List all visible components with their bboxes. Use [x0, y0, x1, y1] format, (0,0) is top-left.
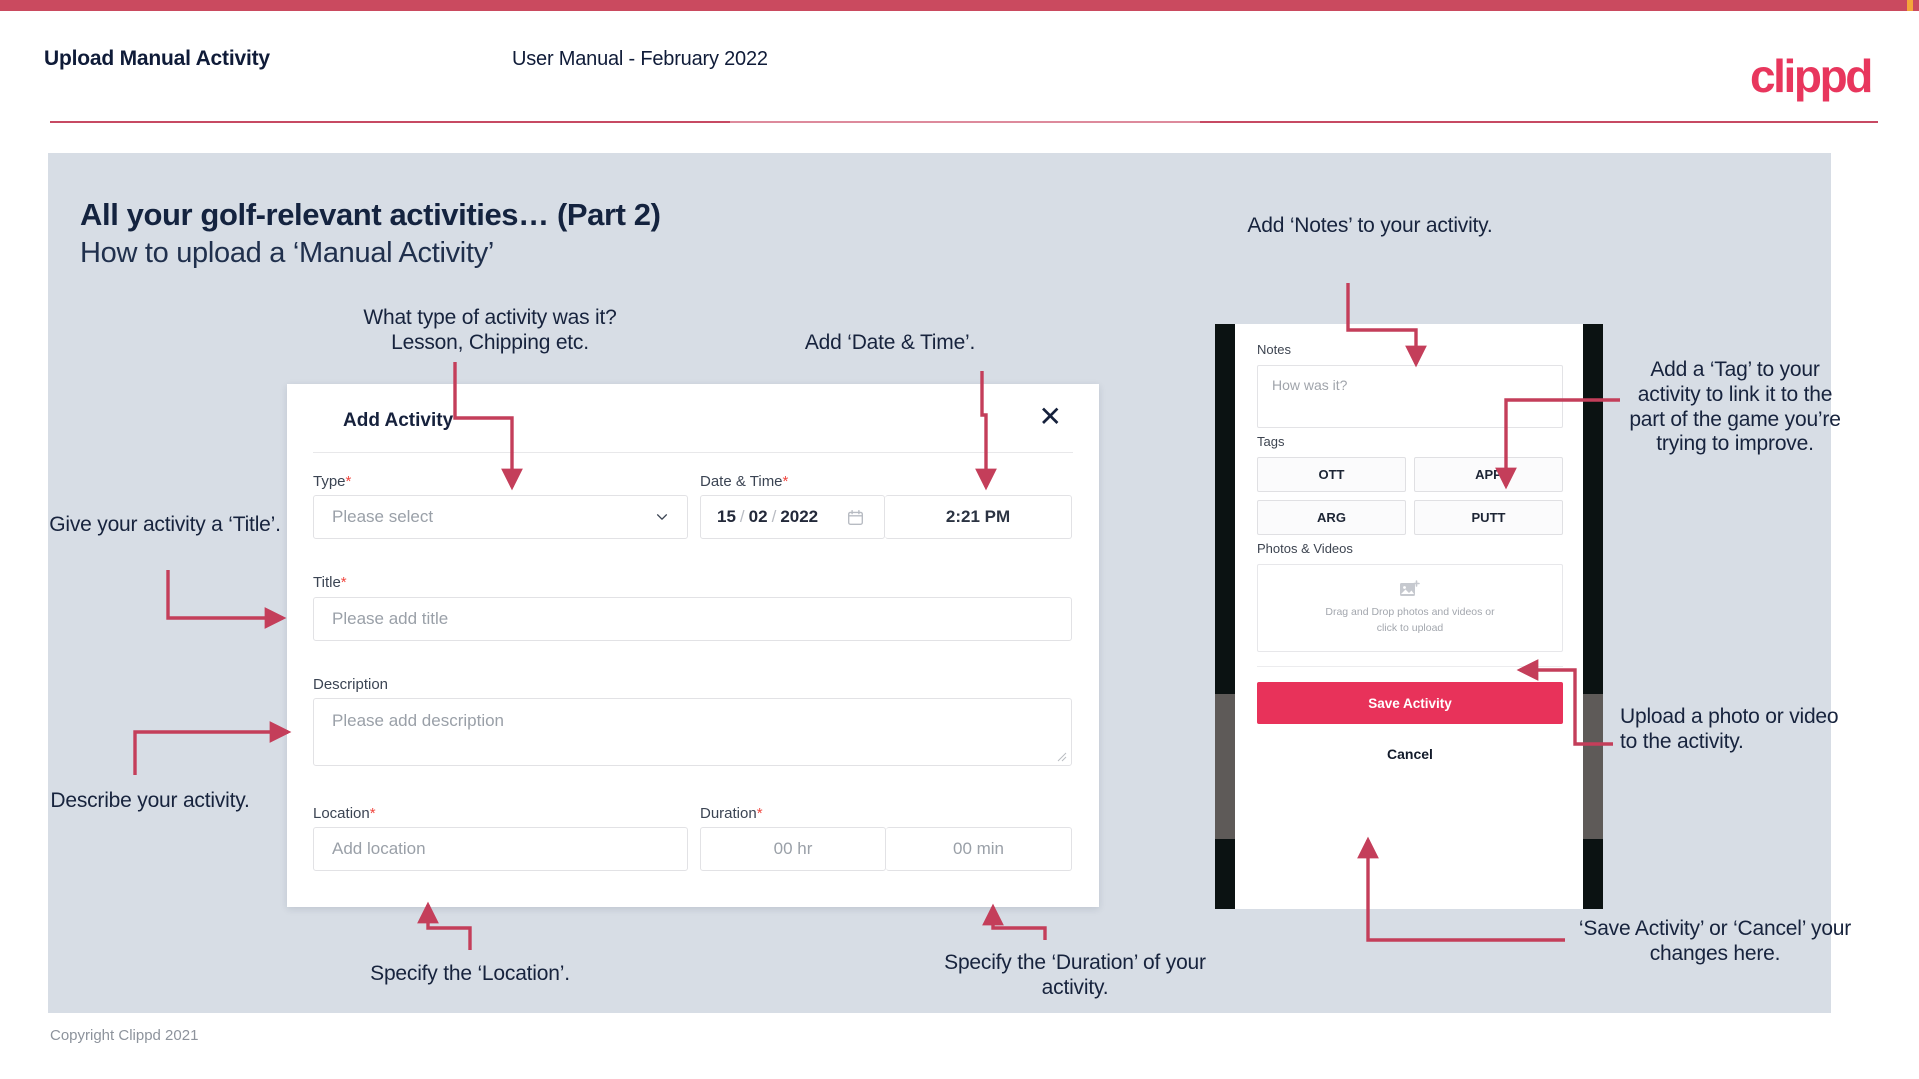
title-label-text: Title	[313, 574, 341, 591]
date-day[interactable]: 15	[717, 507, 736, 527]
notes-textarea[interactable]: How was it?	[1257, 365, 1563, 428]
phone-divider	[1257, 666, 1563, 667]
clippd-logo: clippd	[1749, 50, 1873, 102]
location-label-text: Location	[313, 805, 370, 822]
top-bar-orange-accent	[1907, 0, 1913, 11]
title-required-marker: *	[340, 574, 347, 591]
date-year[interactable]: 2022	[780, 507, 818, 527]
photo-upload-dropzone[interactable]: Drag and Drop photos and videos or click…	[1257, 564, 1563, 652]
duration-hours-input[interactable]: 00 hr	[700, 827, 886, 871]
annotation-tag: Add a ‘Tag’ to your activity to link it …	[1629, 358, 1841, 456]
annotation-title: Give your activity a ‘Title’.	[49, 513, 281, 536]
location-placeholder: Add location	[332, 839, 426, 858]
tag-arg[interactable]: ARG	[1257, 500, 1406, 535]
dialog-divider	[313, 452, 1073, 453]
tag-ott[interactable]: OTT	[1257, 457, 1406, 492]
location-required-marker: *	[369, 805, 376, 822]
annotation-date-time: Add ‘Date & Time’.	[804, 331, 976, 354]
type-placeholder: Please select	[332, 507, 434, 526]
dropzone-line-2: click to upload	[1376, 621, 1444, 634]
tags-label: Tags	[1257, 434, 1285, 449]
duration-hours-placeholder: 00 hr	[773, 839, 813, 858]
type-label: Type*	[313, 473, 351, 490]
annotation-location: Specify the ‘Location’.	[370, 962, 570, 985]
slide-heading: All your golf-relevant activities… (Part…	[80, 197, 661, 232]
annotation-duration: Specify the ‘Duration’ of your activity.	[944, 951, 1206, 999]
annotation-type: What type of activity was it? Lesson, Ch…	[363, 306, 617, 354]
manual-subtitle: User Manual - February 2022	[512, 48, 768, 70]
add-image-icon	[1400, 580, 1420, 597]
close-icon[interactable]: ✕	[1039, 403, 1062, 431]
phone-screen: Notes How was it? Tags OTT APP ARG PUTT …	[1235, 324, 1583, 909]
time-input[interactable]: 2:21 PM	[885, 495, 1072, 539]
title-placeholder: Please add title	[332, 609, 449, 628]
resize-handle-icon[interactable]	[1057, 752, 1067, 762]
date-time-required-marker: *	[782, 473, 789, 490]
top-accent-bar	[0, 0, 1919, 11]
footer-copyright: Copyright Clippd 2021	[50, 1027, 199, 1044]
location-label: Location*	[313, 805, 376, 822]
phone-left-rail	[1215, 324, 1235, 909]
phone-side-button	[1215, 694, 1235, 839]
annotation-notes: Add ‘Notes’ to your activity.	[1247, 214, 1493, 237]
description-placeholder: Please add description	[332, 711, 505, 730]
date-separator-2: /	[771, 507, 777, 526]
phone-side-button-right	[1583, 694, 1603, 839]
dropzone-text: Drag and Drop photos and videos or click…	[1325, 605, 1494, 635]
time-value: 2:21 PM	[945, 507, 1011, 526]
date-time-label-text: Date & Time	[700, 473, 783, 490]
annotation-upload: Upload a photo or video to the activity.	[1620, 705, 1839, 753]
duration-required-marker: *	[756, 805, 763, 822]
photos-videos-label: Photos & Videos	[1257, 541, 1353, 556]
chevron-down-icon	[656, 514, 668, 520]
duration-label: Duration*	[700, 805, 763, 822]
notes-label: Notes	[1257, 342, 1291, 357]
page-header: Upload Manual Activity User Manual - Feb…	[0, 11, 1919, 124]
tag-app[interactable]: APP	[1414, 457, 1563, 492]
save-activity-button[interactable]: Save Activity	[1257, 682, 1563, 724]
title-label: Title*	[313, 574, 347, 591]
type-required-marker: *	[345, 473, 352, 490]
tag-putt[interactable]: PUTT	[1414, 500, 1563, 535]
date-segments: 15 / 02 / 2022	[701, 507, 818, 527]
type-select[interactable]: Please select	[313, 495, 688, 539]
type-label-text: Type	[313, 473, 346, 490]
tags-grid: OTT APP ARG PUTT	[1257, 457, 1563, 535]
duration-minutes-input[interactable]: 00 min	[886, 827, 1072, 871]
dialog-title: Add Activity	[343, 410, 454, 431]
phone-right-rail	[1583, 324, 1603, 909]
date-input[interactable]: 15 / 02 / 2022	[700, 495, 885, 539]
title-input[interactable]: Please add title	[313, 597, 1072, 641]
annotation-save: ‘Save Activity’ or ‘Cancel’ your changes…	[1578, 917, 1852, 965]
duration-label-text: Duration	[700, 805, 757, 822]
page-title: Upload Manual Activity	[44, 47, 270, 70]
description-label: Description	[313, 676, 388, 693]
phone-mockup: Notes How was it? Tags OTT APP ARG PUTT …	[1215, 324, 1603, 909]
description-label-text: Description	[313, 676, 389, 693]
description-textarea[interactable]: Please add description	[313, 698, 1072, 766]
date-month[interactable]: 02	[749, 507, 768, 527]
cancel-button[interactable]: Cancel	[1257, 746, 1563, 762]
calendar-icon[interactable]	[847, 509, 864, 526]
duration-minutes-placeholder: 00 min	[952, 839, 1005, 858]
location-input[interactable]: Add location	[313, 827, 688, 871]
dropzone-line-1: Drag and Drop photos and videos or	[1325, 606, 1495, 619]
slide-subheading: How to upload a ‘Manual Activity’	[80, 237, 495, 269]
header-divider-light	[730, 121, 1200, 123]
annotation-description: Describe your activity.	[50, 789, 250, 812]
date-time-label: Date & Time*	[700, 473, 788, 490]
date-separator-1: /	[739, 507, 745, 526]
